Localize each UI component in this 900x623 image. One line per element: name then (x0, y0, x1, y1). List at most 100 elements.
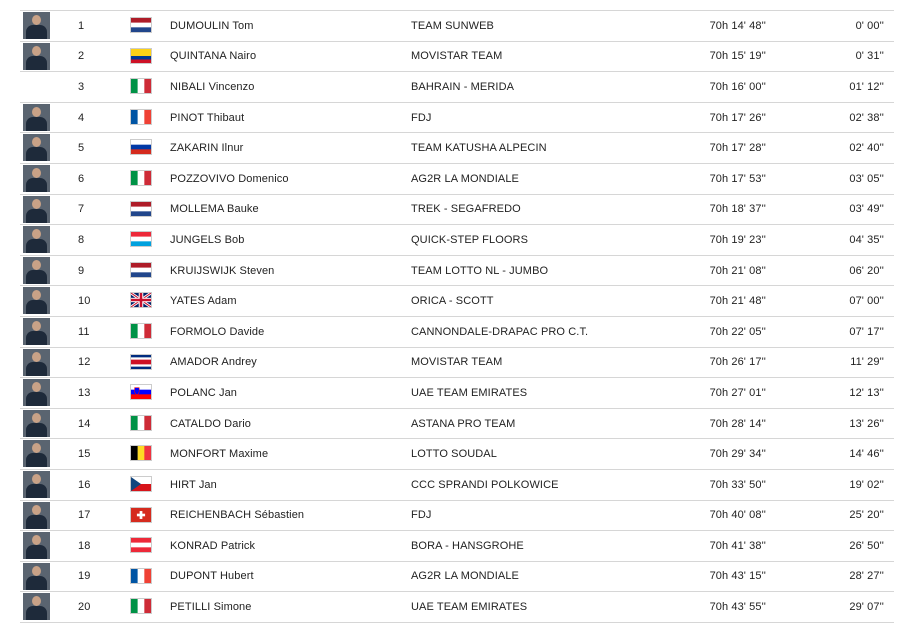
rider-name[interactable]: POLANC Jan (170, 387, 237, 399)
time-gap: 03' 49'' (849, 203, 884, 216)
table-row[interactable]: 6 POZZOVIVO Domenico AG2R LA MONDIALE 70… (20, 164, 894, 195)
rider-name[interactable]: ZAKARIN Ilnur (170, 142, 243, 154)
flag-co-icon (130, 47, 152, 64)
rider-name[interactable]: AMADOR Andrey (170, 356, 257, 368)
table-row[interactable]: 17 REICHENBACH Sébastien FDJ 70h 40' 08'… (20, 501, 894, 532)
team-name[interactable]: TEAM LOTTO NL - JUMBO (411, 265, 548, 277)
rider-photo[interactable] (23, 379, 50, 407)
table-row[interactable]: 1 DUMOULIN Tom TEAM SUNWEB 70h 14' 48'' … (20, 10, 894, 42)
team-name[interactable]: TEAM SUNWEB (411, 20, 494, 32)
rider-name[interactable]: KONRAD Patrick (170, 540, 255, 552)
rider-photo[interactable] (23, 134, 50, 162)
table-row[interactable]: 5 ZAKARIN Ilnur TEAM KATUSHA ALPECIN 70h… (20, 133, 894, 164)
rider-name[interactable]: REICHENBACH Sébastien (170, 509, 304, 521)
table-row[interactable]: 19 DUPONT Hubert AG2R LA MONDIALE 70h 43… (20, 562, 894, 593)
total-time: 70h 43' 55'' (709, 601, 766, 614)
rider-name[interactable]: YATES Adam (170, 295, 237, 307)
rider-name[interactable]: PINOT Thibaut (170, 112, 244, 124)
team-name[interactable]: LOTTO SOUDAL (411, 448, 497, 460)
team-name[interactable]: UAE TEAM EMIRATES (411, 601, 527, 613)
rider-photo[interactable] (23, 256, 50, 284)
rider-photo[interactable] (23, 562, 50, 590)
table-row[interactable]: 16 HIRT Jan CCC SPRANDI POLKOWICE 70h 33… (20, 470, 894, 501)
table-row[interactable]: 13 POLANC Jan UAE TEAM EMIRATES 70h 27' … (20, 378, 894, 409)
rider-name[interactable]: JUNGELS Bob (170, 234, 244, 246)
time-gap: 02' 40'' (849, 142, 884, 155)
table-row[interactable]: 2 QUINTANA Nairo MOVISTAR TEAM 70h 15' 1… (20, 42, 894, 73)
total-time: 70h 19' 23'' (709, 233, 766, 246)
team-name[interactable]: FDJ (411, 112, 431, 124)
table-row[interactable]: 18 KONRAD Patrick BORA - HANSGROHE 70h 4… (20, 531, 894, 562)
total-time: 70h 29' 34'' (709, 448, 766, 461)
rank: 13 (78, 386, 91, 399)
rider-photo[interactable] (23, 226, 50, 254)
team-name[interactable]: FDJ (411, 509, 431, 521)
rider-photo[interactable] (23, 593, 50, 621)
rider-photo[interactable] (23, 532, 50, 560)
rider-name[interactable]: DUMOULIN Tom (170, 20, 254, 32)
time-gap: 07' 00'' (849, 295, 884, 308)
table-row[interactable]: 15 MONFORT Maxime LOTTO SOUDAL 70h 29' 3… (20, 439, 894, 470)
team-name[interactable]: TEAM KATUSHA ALPECIN (411, 142, 547, 154)
rider-photo[interactable] (23, 348, 50, 376)
team-name[interactable]: ASTANA PRO TEAM (411, 418, 515, 430)
time-gap: 06' 20'' (849, 264, 884, 277)
rider-name[interactable]: MOLLEMA Bauke (170, 203, 259, 215)
rider-name[interactable]: CATALDO Dario (170, 418, 251, 430)
table-row[interactable]: 3 NIBALI Vincenzo BAHRAIN - MERIDA 70h 1… (20, 72, 894, 103)
total-time: 70h 14' 48'' (709, 19, 766, 32)
team-name[interactable]: TREK - SEGAFREDO (411, 203, 521, 215)
rank: 2 (78, 50, 85, 63)
flag-it-icon (130, 78, 152, 95)
rider-name[interactable]: MONFORT Maxime (170, 448, 268, 460)
rider-photo[interactable] (23, 12, 50, 39)
team-name[interactable]: CCC SPRANDI POLKOWICE (411, 479, 559, 491)
team-name[interactable]: UAE TEAM EMIRATES (411, 387, 527, 399)
team-name[interactable]: MOVISTAR TEAM (411, 356, 502, 368)
flag-be-icon (130, 445, 152, 462)
team-name[interactable]: BORA - HANSGROHE (411, 540, 524, 552)
rider-name[interactable]: DUPONT Hubert (170, 570, 254, 582)
table-row[interactable]: 4 PINOT Thibaut FDJ 70h 17' 26'' 02' 38'… (20, 103, 894, 134)
team-name[interactable]: QUICK-STEP FLOORS (411, 234, 528, 246)
rank: 10 (78, 295, 91, 308)
flag-lu-icon (130, 231, 152, 248)
rider-photo[interactable] (23, 103, 50, 131)
rider-name[interactable]: KRUIJSWIJK Steven (170, 265, 274, 277)
team-name[interactable]: AG2R LA MONDIALE (411, 570, 519, 582)
rider-photo[interactable] (23, 42, 50, 70)
team-name[interactable]: MOVISTAR TEAM (411, 50, 502, 62)
table-row[interactable]: 8 JUNGELS Bob QUICK-STEP FLOORS 70h 19' … (20, 225, 894, 256)
rider-photo[interactable] (23, 440, 50, 468)
total-time: 70h 18' 37'' (709, 203, 766, 216)
rider-name[interactable]: PETILLI Simone (170, 601, 252, 613)
table-row[interactable]: 7 MOLLEMA Bauke TREK - SEGAFREDO 70h 18'… (20, 195, 894, 226)
rider-photo[interactable] (23, 164, 50, 192)
table-row[interactable]: 11 FORMOLO Davide CANNONDALE-DRAPAC PRO … (20, 317, 894, 348)
total-time: 70h 41' 38'' (709, 539, 766, 552)
table-row[interactable]: 9 KRUIJSWIJK Steven TEAM LOTTO NL - JUMB… (20, 256, 894, 287)
rider-name[interactable]: QUINTANA Nairo (170, 50, 256, 62)
rank: 3 (78, 80, 85, 93)
rider-name[interactable]: POZZOVIVO Domenico (170, 173, 289, 185)
table-row[interactable]: 14 CATALDO Dario ASTANA PRO TEAM 70h 28'… (20, 409, 894, 440)
rider-name[interactable]: HIRT Jan (170, 479, 217, 491)
rider-photo[interactable] (23, 501, 50, 529)
team-name[interactable]: AG2R LA MONDIALE (411, 173, 519, 185)
rider-photo[interactable] (23, 409, 50, 437)
rider-photo[interactable] (23, 73, 50, 100)
rider-photo[interactable] (23, 470, 50, 498)
team-name[interactable]: CANNONDALE-DRAPAC PRO C.T. (411, 326, 588, 338)
table-row[interactable]: 20 PETILLI Simone UAE TEAM EMIRATES 70h … (20, 592, 894, 623)
table-row[interactable]: 10 YATES Adam ORICA - SCOTT 70h 21' 48''… (20, 286, 894, 317)
rider-photo[interactable] (23, 317, 50, 345)
rider-name[interactable]: FORMOLO Davide (170, 326, 264, 338)
rider-photo[interactable] (23, 195, 50, 223)
rider-name[interactable]: NIBALI Vincenzo (170, 81, 254, 93)
flag-at-icon (130, 537, 152, 554)
team-name[interactable]: ORICA - SCOTT (411, 295, 494, 307)
team-name[interactable]: BAHRAIN - MERIDA (411, 81, 514, 93)
table-row[interactable]: 12 AMADOR Andrey MOVISTAR TEAM 70h 26' 1… (20, 348, 894, 379)
flag-nl-icon (130, 261, 152, 278)
rider-photo[interactable] (23, 287, 50, 315)
